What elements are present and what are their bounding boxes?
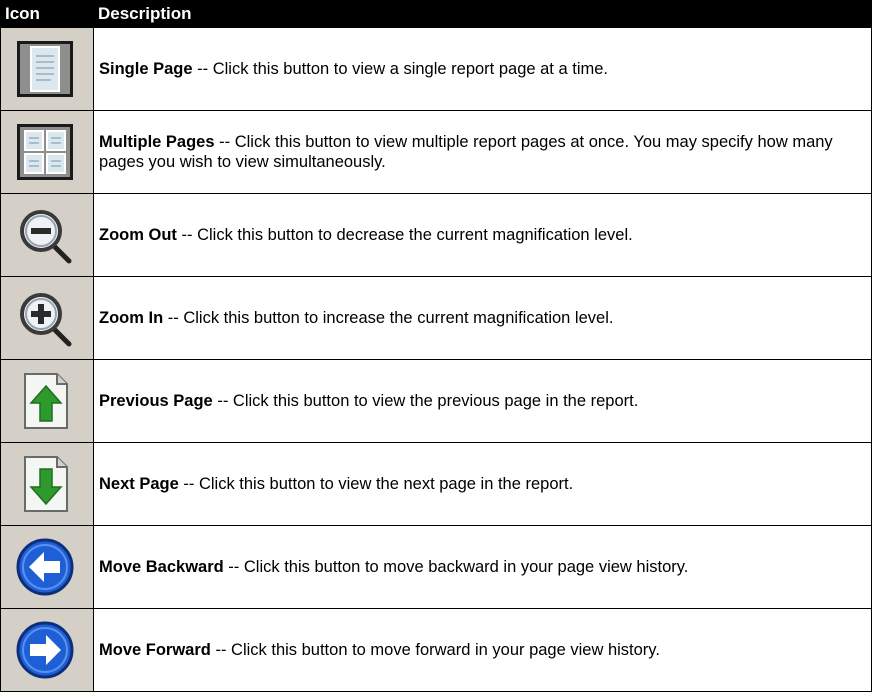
- move-backward-icon: [15, 537, 75, 597]
- table-row: Move Forward -- Click this button to mov…: [0, 608, 872, 692]
- row-text: Click this button to increase the curren…: [183, 309, 614, 327]
- zoom-in-icon: [15, 288, 75, 348]
- row-title: Zoom Out: [99, 226, 177, 244]
- table-row: Multiple Pages -- Click this button to v…: [0, 110, 872, 194]
- move-forward-icon: [15, 620, 75, 680]
- table-row: Zoom Out -- Click this button to decreas…: [0, 193, 872, 277]
- table-header-row: Icon Description: [0, 0, 872, 28]
- row-text: Click this button to view the previous p…: [232, 392, 639, 410]
- row-separator: --: [163, 309, 184, 327]
- description-cell: Previous Page -- Click this button to vi…: [93, 359, 872, 443]
- row-separator: --: [176, 226, 198, 244]
- single-page-icon: [15, 39, 75, 99]
- multiple-pages-icon: [15, 122, 75, 182]
- description-cell: Move Forward -- Click this button to mov…: [93, 608, 872, 692]
- table-row: Move Backward -- Click this button to mo…: [0, 525, 872, 609]
- row-text: Click this button to view the next page …: [198, 475, 574, 493]
- header-icon: Icon: [0, 0, 94, 28]
- row-title: Move Backward: [99, 558, 224, 576]
- row-text: Click this button to decrease the curren…: [197, 226, 633, 244]
- table-row: Next Page -- Click this button to view t…: [0, 442, 872, 526]
- row-text: Click this button to view a single repor…: [212, 60, 608, 78]
- row-title: Single Page: [99, 60, 193, 78]
- description-cell: Multiple Pages -- Click this button to v…: [93, 110, 872, 194]
- row-separator: --: [192, 60, 213, 78]
- header-description: Description: [93, 0, 872, 28]
- table-row: Zoom In -- Click this button to increase…: [0, 276, 872, 360]
- description-cell: Single Page -- Click this button to view…: [93, 27, 872, 111]
- row-title: Next Page: [99, 475, 179, 493]
- row-title: Multiple Pages: [99, 133, 215, 151]
- row-separator: --: [178, 475, 199, 493]
- description-cell: Zoom Out -- Click this button to decreas…: [93, 193, 872, 277]
- row-text: Click this button to move backward in yo…: [243, 558, 689, 576]
- row-separator: --: [214, 133, 235, 151]
- table-row: Single Page -- Click this button to view…: [0, 27, 872, 111]
- row-title: Move Forward: [99, 641, 211, 659]
- description-cell: Zoom In -- Click this button to increase…: [93, 276, 872, 360]
- row-title: Previous Page: [99, 392, 213, 410]
- row-title: Zoom In: [99, 309, 164, 327]
- row-separator: --: [223, 558, 244, 576]
- icon-description-table: Icon Description Single Page -- Click th…: [0, 0, 872, 692]
- row-text: Click this button to move forward in you…: [231, 641, 660, 659]
- zoom-out-icon: [15, 205, 75, 265]
- next-page-icon: [15, 454, 75, 514]
- previous-page-icon: [15, 371, 75, 431]
- row-separator: --: [210, 641, 232, 659]
- description-cell: Move Backward -- Click this button to mo…: [93, 525, 872, 609]
- description-cell: Next Page -- Click this button to view t…: [93, 442, 872, 526]
- row-separator: --: [212, 392, 233, 410]
- table-row: Previous Page -- Click this button to vi…: [0, 359, 872, 443]
